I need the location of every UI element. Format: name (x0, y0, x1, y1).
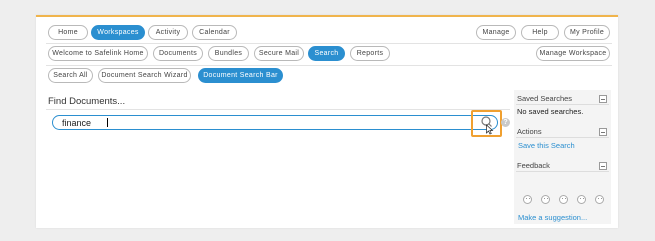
saved-searches-heading: Saved Searches (517, 94, 573, 103)
subnav-bundles[interactable]: Bundles (208, 46, 249, 61)
subnav-welcome[interactable]: Welcome to Safelink Home (48, 46, 148, 61)
tab-document-search-wizard[interactable]: Document Search Wizard (98, 68, 191, 83)
collapse-feedback-button[interactable] (599, 162, 607, 170)
actions-heading: Actions (517, 127, 542, 136)
divider (516, 137, 609, 138)
sidebar: Saved Searches No saved searches. Action… (514, 90, 611, 224)
magnifier-icon (481, 116, 494, 135)
text-caret (107, 118, 108, 127)
tab-search-all[interactable]: Search All (48, 68, 93, 83)
nav-help[interactable]: Help (521, 25, 559, 40)
divider (516, 104, 609, 105)
divider (516, 171, 609, 172)
workspace-panel: Home Workspaces Activity Calendar Manage… (36, 15, 618, 228)
subnav-search[interactable]: Search (308, 46, 345, 61)
nav-manage[interactable]: Manage (476, 25, 516, 40)
tab-document-search-bar[interactable]: Document Search Bar (198, 68, 283, 83)
feedback-heading: Feedback (517, 161, 550, 170)
neutral-face-icon[interactable] (559, 195, 568, 204)
make-suggestion-link[interactable]: Make a suggestion... (518, 213, 587, 222)
save-search-link[interactable]: Save this Search (518, 141, 575, 150)
page-title: Find Documents... (48, 96, 126, 107)
search-input[interactable] (62, 117, 462, 128)
very-unhappy-face-icon[interactable] (523, 195, 532, 204)
nav-activity[interactable]: Activity (148, 25, 188, 40)
nav-calendar[interactable]: Calendar (192, 25, 237, 40)
search-field[interactable] (52, 115, 498, 130)
unhappy-face-icon[interactable] (541, 195, 550, 204)
collapse-actions-button[interactable] (599, 128, 607, 136)
search-button[interactable] (471, 110, 502, 137)
nav-my-profile[interactable]: My Profile (564, 25, 610, 40)
saved-searches-empty: No saved searches. (517, 107, 584, 116)
subnav-secure-mail[interactable]: Secure Mail (254, 46, 304, 61)
divider (46, 109, 510, 110)
subnav-documents[interactable]: Documents (153, 46, 203, 61)
collapse-saved-searches-button[interactable] (599, 95, 607, 103)
subnav-reports[interactable]: Reports (350, 46, 390, 61)
divider (46, 43, 612, 44)
question-icon[interactable]: ? (501, 118, 510, 127)
divider (46, 65, 612, 66)
nav-home[interactable]: Home (48, 25, 88, 40)
very-happy-face-icon[interactable] (595, 195, 604, 204)
manage-workspace-button[interactable]: Manage Workspace (536, 46, 610, 61)
nav-workspaces[interactable]: Workspaces (91, 25, 145, 40)
happy-face-icon[interactable] (577, 195, 586, 204)
